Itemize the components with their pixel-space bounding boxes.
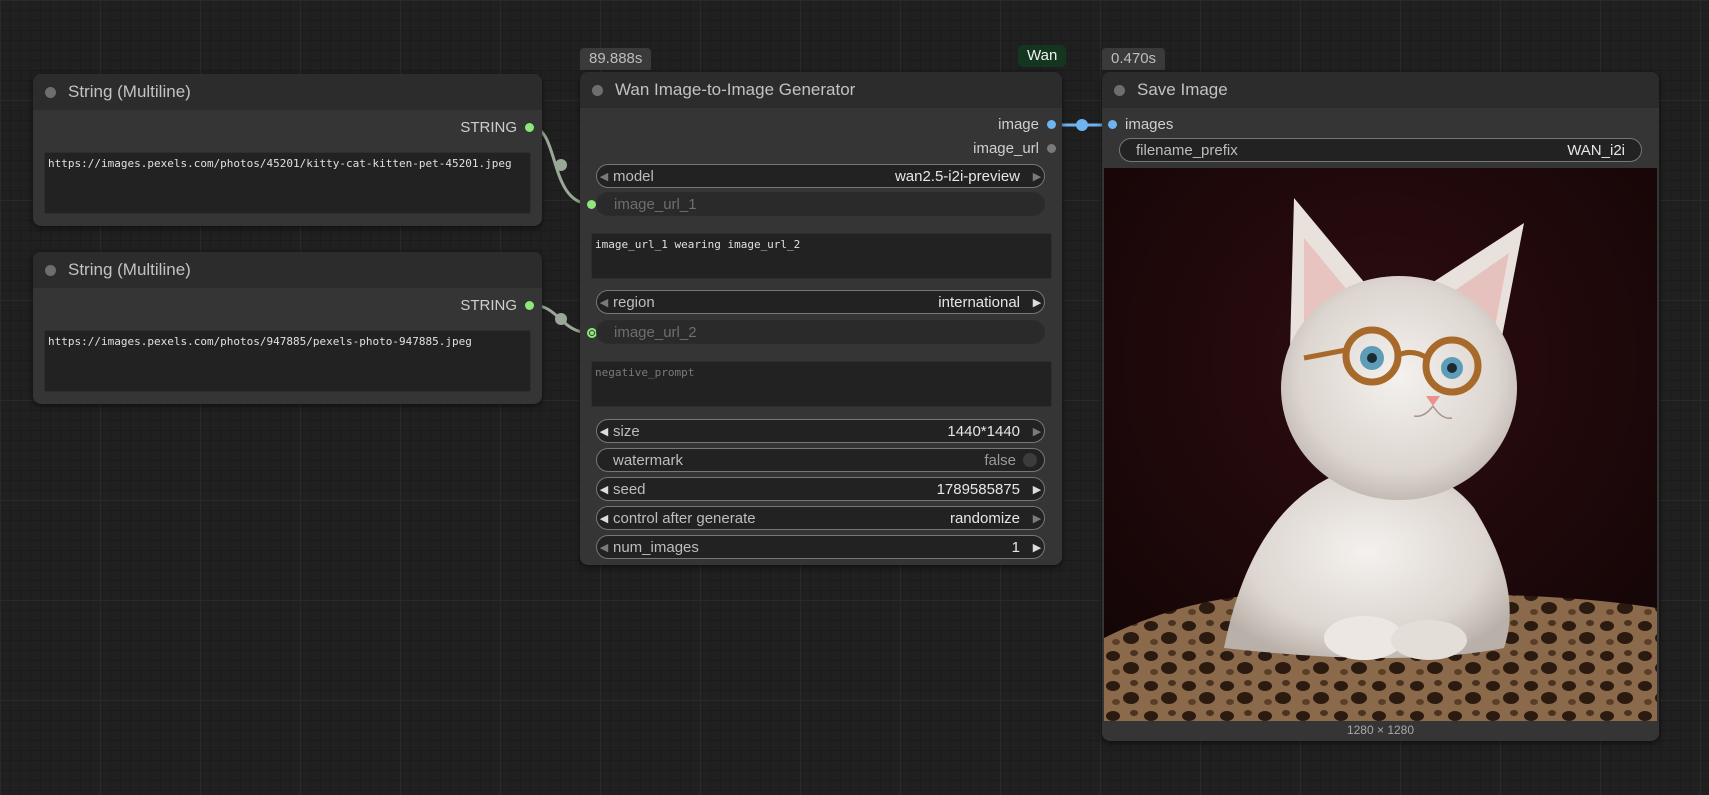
- input-label: image_url_1: [614, 195, 697, 213]
- output-label: STRING: [460, 119, 517, 136]
- image-output-socket-icon[interactable]: [1047, 120, 1056, 129]
- link-midpoint-2: [555, 313, 567, 325]
- decrement-arrow-icon[interactable]: ◀: [597, 541, 611, 554]
- filename-prefix-text[interactable]: filename_prefix WAN_i2i: [1119, 138, 1642, 162]
- save-image-node[interactable]: Save Image images filename_prefix WAN_i2…: [1102, 72, 1659, 741]
- node-title: String (Multiline): [68, 82, 191, 101]
- node-title-bar[interactable]: String (Multiline): [33, 252, 542, 288]
- widget-label: region: [613, 293, 655, 311]
- collapse-dot-icon[interactable]: [45, 264, 56, 276]
- link-midpoint-3: [1076, 119, 1088, 131]
- widget-value: 1789585875: [936, 480, 1020, 498]
- region-combo[interactable]: ◀ region international ▶: [596, 290, 1045, 314]
- image-url-1-input-socket-icon[interactable]: [587, 200, 596, 209]
- increment-arrow-icon[interactable]: ▶: [1030, 296, 1044, 309]
- increment-arrow-icon[interactable]: ▶: [1030, 512, 1044, 525]
- images-input-socket-icon[interactable]: [1108, 120, 1117, 129]
- string-text-area[interactable]: https://images.pexels.com/photos/947885/…: [44, 330, 531, 392]
- increment-arrow-icon[interactable]: ▶: [1030, 483, 1044, 496]
- string-output-socket-icon[interactable]: [525, 301, 534, 310]
- node-title: Save Image: [1137, 80, 1228, 99]
- control-after-generate-combo[interactable]: ◀ control after generate randomize ▶: [596, 506, 1045, 530]
- increment-arrow-icon[interactable]: ▶: [1030, 541, 1044, 554]
- node-title-bar[interactable]: Wan Image-to-Image Generator: [580, 72, 1062, 108]
- size-combo[interactable]: ◀ size 1440*1440 ▶: [596, 419, 1045, 443]
- widget-label: model: [613, 167, 654, 185]
- decrement-arrow-icon[interactable]: ◀: [597, 296, 611, 309]
- widget-label: filename_prefix: [1136, 141, 1238, 159]
- output-label: STRING: [460, 297, 517, 314]
- image-url-output-slot[interactable]: image_url: [973, 140, 1056, 157]
- widget-label: control after generate: [613, 509, 756, 527]
- string-text-area[interactable]: https://images.pexels.com/photos/45201/k…: [44, 152, 531, 214]
- node-title-bar[interactable]: Save Image: [1102, 72, 1659, 108]
- widget-value: WAN_i2i: [1567, 141, 1625, 159]
- execution-time-badge: 89.888s: [580, 48, 652, 70]
- widget-value: 1: [1011, 538, 1020, 556]
- generated-image-preview[interactable]: [1104, 168, 1657, 721]
- widget-value: 1440*1440: [947, 422, 1020, 440]
- widget-label: watermark: [613, 451, 684, 469]
- image-url-2-input[interactable]: image_url_2: [596, 320, 1045, 344]
- output-label-image: image: [998, 116, 1039, 133]
- image-url-1-input[interactable]: image_url_1: [596, 192, 1045, 216]
- widget-value: false: [984, 451, 1016, 469]
- image-dimensions-label: 1280 × 1280: [1346, 723, 1415, 737]
- string-multiline-node-1[interactable]: String (Multiline) STRING https://images…: [33, 74, 542, 226]
- widget-value: wan2.5-i2i-preview: [894, 167, 1020, 185]
- images-input-slot[interactable]: images: [1108, 116, 1173, 133]
- decrement-arrow-icon[interactable]: ◀: [597, 425, 611, 438]
- output-label-image-url: image_url: [973, 140, 1039, 157]
- string-output-socket-icon[interactable]: [525, 123, 534, 132]
- collapse-dot-icon[interactable]: [592, 84, 603, 96]
- execution-time-badge: 0.470s: [1102, 48, 1166, 70]
- widget-label: size: [613, 422, 640, 440]
- link-midpoint-1: [555, 159, 567, 171]
- widget-value: international: [938, 293, 1020, 311]
- num-images-number[interactable]: ◀ num_images 1 ▶: [596, 535, 1045, 559]
- increment-arrow-icon[interactable]: ▶: [1030, 425, 1044, 438]
- model-combo[interactable]: ◀ model wan2.5-i2i-preview ▶: [596, 164, 1045, 188]
- image-output-slot[interactable]: image: [998, 116, 1056, 133]
- group-badge: Wan: [1018, 45, 1067, 67]
- collapse-dot-icon[interactable]: [1114, 84, 1125, 96]
- widget-value: randomize: [949, 509, 1020, 527]
- node-title-bar[interactable]: String (Multiline): [33, 74, 542, 110]
- seed-number[interactable]: ◀ seed 1789585875 ▶: [596, 477, 1045, 501]
- decrement-arrow-icon[interactable]: ◀: [597, 512, 611, 525]
- input-label: image_url_2: [614, 323, 697, 341]
- decrement-arrow-icon[interactable]: ◀: [597, 483, 611, 496]
- widget-label: seed: [613, 480, 646, 498]
- negative-prompt-text-area[interactable]: negative_prompt: [591, 361, 1052, 407]
- decrement-arrow-icon[interactable]: ◀: [597, 170, 611, 183]
- image-url-output-socket-icon[interactable]: [1047, 144, 1056, 153]
- watermark-toggle[interactable]: watermark false: [596, 448, 1045, 472]
- string-output-slot[interactable]: STRING: [460, 297, 534, 314]
- wan-image-to-image-node[interactable]: Wan Image-to-Image Generator image image…: [580, 72, 1062, 565]
- node-title: Wan Image-to-Image Generator: [615, 80, 856, 99]
- node-title: String (Multiline): [68, 260, 191, 279]
- toggle-knob-icon[interactable]: [1023, 453, 1037, 467]
- string-output-slot[interactable]: STRING: [460, 119, 534, 136]
- prompt-text-area[interactable]: image_url_1 wearing image_url_2: [591, 233, 1052, 279]
- collapse-dot-icon[interactable]: [45, 86, 56, 98]
- widget-label: num_images: [613, 538, 699, 556]
- increment-arrow-icon[interactable]: ▶: [1030, 170, 1044, 183]
- string-multiline-node-2[interactable]: String (Multiline) STRING https://images…: [33, 252, 542, 404]
- input-label: images: [1125, 116, 1174, 133]
